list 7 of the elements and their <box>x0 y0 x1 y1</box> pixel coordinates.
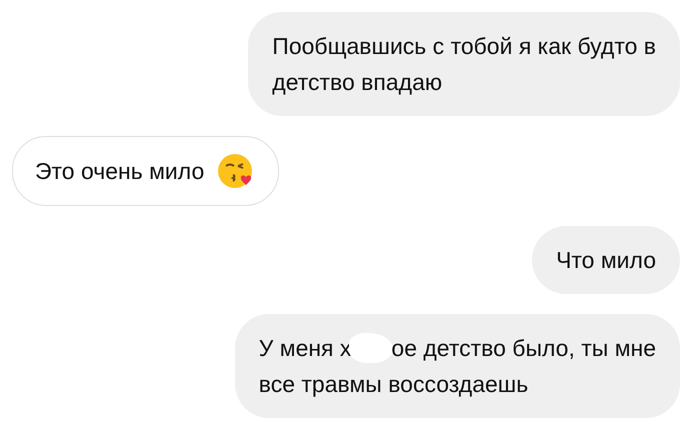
message-text: Что мило <box>556 246 656 275</box>
message-text: все травмы воссоздаешь <box>258 370 528 399</box>
message-text: Пообщавшись с тобой я как будто в <box>272 32 656 61</box>
message-text: детство впадаю <box>272 68 442 97</box>
message-text: Это очень мило <box>35 157 204 186</box>
message-text: У меня х <box>258 334 352 363</box>
message-text: ое детство было, ты мне <box>391 334 656 363</box>
